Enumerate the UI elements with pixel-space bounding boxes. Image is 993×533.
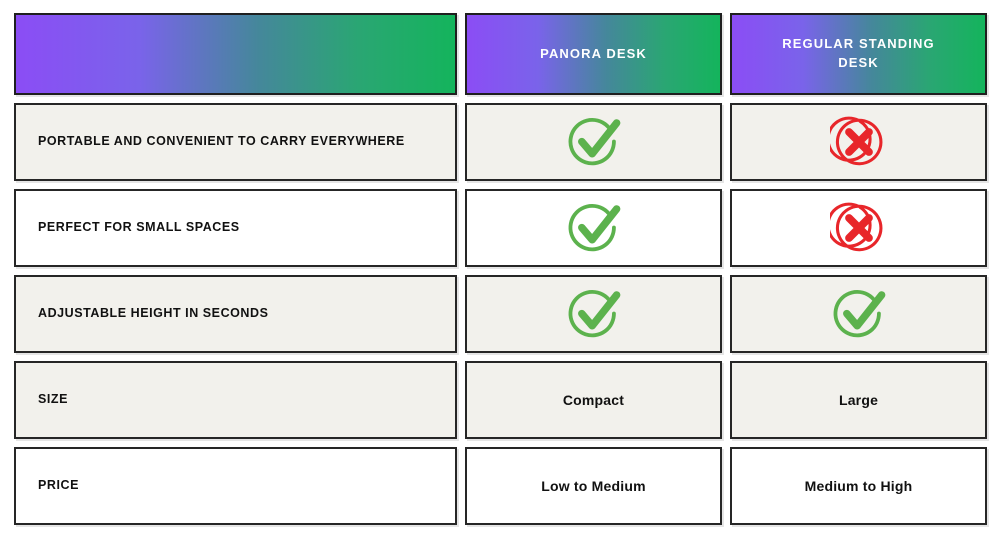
value-cell-regular: Large [730,361,987,439]
check-circle-icon [565,285,623,343]
comparison-table: PANORA DESK REGULAR STANDING DESK PORTAB… [14,13,987,533]
table-header-row: PANORA DESK REGULAR STANDING DESK [14,13,987,95]
value-cell-regular [730,275,987,353]
value-cell-panora [465,275,722,353]
check-circle-icon [830,285,888,343]
header-cell-panora-desk: PANORA DESK [465,13,722,95]
header-cell-regular-standing-desk: REGULAR STANDING DESK [730,13,987,95]
feature-label: ADJUSTABLE HEIGHT IN SECONDS [38,306,269,321]
table-row: PERFECT FOR SMALL SPACES [14,189,987,267]
feature-cell: PERFECT FOR SMALL SPACES [14,189,457,267]
check-circle-icon [565,199,623,257]
header-regular-standing-desk-label: REGULAR STANDING DESK [782,36,935,70]
feature-label: PORTABLE AND CONVENIENT TO CARRY EVERYWH… [38,134,405,149]
table-row: ADJUSTABLE HEIGHT IN SECONDS [14,275,987,353]
check-circle-icon [565,113,623,171]
table-row: PORTABLE AND CONVENIENT TO CARRY EVERYWH… [14,103,987,181]
header-cell-feature [14,13,457,95]
feature-cell: PRICE [14,447,457,525]
value-text: Compact [562,392,625,408]
feature-label: SIZE [38,392,68,407]
feature-label: PERFECT FOR SMALL SPACES [38,220,240,235]
value-text: Low to Medium [541,478,646,494]
value-text: Large [838,392,879,408]
feature-cell: ADJUSTABLE HEIGHT IN SECONDS [14,275,457,353]
feature-label: PRICE [38,478,79,493]
cross-circle-icon [829,113,888,171]
value-cell-panora: Compact [465,361,722,439]
header-panora-desk-label: PANORA DESK [540,45,647,61]
value-cell-regular [730,103,987,181]
value-cell-regular: Medium to High [730,447,987,525]
value-cell-panora [465,189,722,267]
feature-cell: PORTABLE AND CONVENIENT TO CARRY EVERYWH… [14,103,457,181]
table-row: PRICE Low to Medium Medium to High [14,447,987,525]
cross-circle-icon [829,199,888,257]
value-cell-panora [465,103,722,181]
feature-cell: SIZE [14,361,457,439]
value-cell-regular [730,189,987,267]
table-row: SIZE Compact Large [14,361,987,439]
value-text: Medium to High [804,478,913,494]
value-cell-panora: Low to Medium [465,447,722,525]
